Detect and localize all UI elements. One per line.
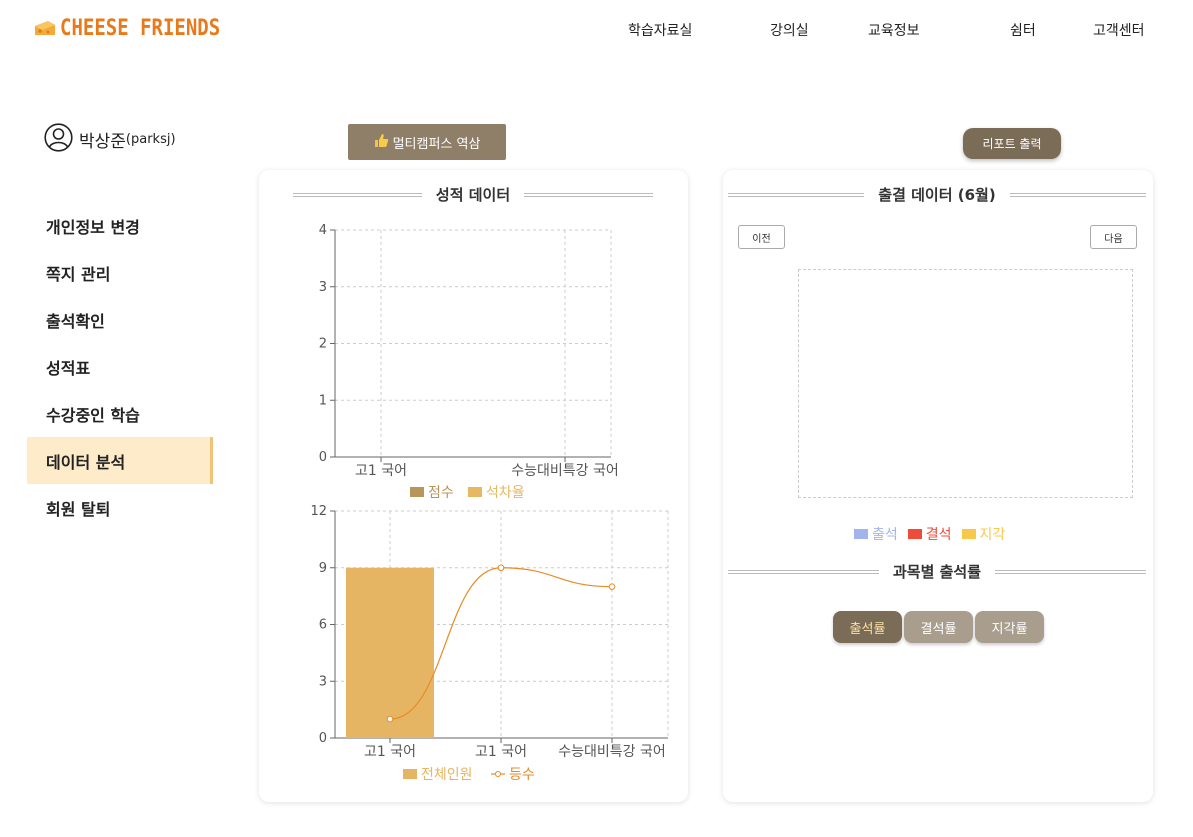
sidebar-item-6[interactable]: 회원 탈퇴 xyxy=(27,484,213,531)
sidebar: 개인정보 변경 쪽지 관리 출석확인 성적표 수강중인 학습 데이터 분석 회원 탈퇴 xyxy=(27,202,213,531)
grade-data-title: 성적 데이터 xyxy=(293,184,654,205)
legend-label: 출석 xyxy=(872,527,898,543)
sidebar-item-0[interactable]: 개인정보 변경 xyxy=(27,202,213,249)
sidebar-item-2[interactable]: 출석확인 xyxy=(27,296,213,343)
y-tick-label: 0 xyxy=(319,731,327,746)
legend-swatch xyxy=(468,487,482,497)
thumbs-up-icon xyxy=(374,133,389,152)
sidebar-item-5[interactable]: 데이터 분석 xyxy=(27,437,213,484)
sidebar-item-1[interactable]: 쪽지 관리 xyxy=(27,249,213,296)
grade-data-title-text: 성적 데이터 xyxy=(435,186,511,204)
legend-label: 지각 xyxy=(979,527,1006,543)
series-point xyxy=(386,715,394,723)
x-tick-label: 고1 국어 xyxy=(355,463,407,479)
series-point xyxy=(497,564,505,572)
x-tick-label: 수능대비특강 국어 xyxy=(558,744,666,760)
bar xyxy=(346,567,434,738)
attendance-data-title-text: 출결 데이터 (6월) xyxy=(878,186,996,204)
series-point xyxy=(608,583,616,590)
campus-button-label: 멀티캠퍼스 역삼 xyxy=(392,136,481,152)
y-tick-label: 4 xyxy=(319,223,327,238)
rate-tab-2[interactable]: 지각률 xyxy=(975,611,1044,643)
main-nav: 학습자료실 강의실 교육정보 쉼터 고객센터 xyxy=(0,20,1193,40)
nav-item-2[interactable]: 교육정보 xyxy=(868,20,920,40)
attendance-legend-item[interactable]: 지각 xyxy=(961,524,1006,544)
user-icon xyxy=(44,123,73,156)
sidebar-item-4[interactable]: 수강중인 학습 xyxy=(27,390,213,437)
legend-label: 전체인원 xyxy=(421,767,473,783)
legend-label: 점수 xyxy=(428,485,454,501)
y-tick-label: 6 xyxy=(319,618,327,633)
y-tick-label: 9 xyxy=(319,561,327,576)
legend-label: 등수 xyxy=(509,767,535,783)
legend-swatch xyxy=(495,771,501,777)
legend-swatch xyxy=(961,529,976,539)
sidebar-item-3[interactable]: 성적표 xyxy=(27,343,213,390)
score-chart: 0 1 2 3 4 고1 국어 수능대비특강 국어점수 석차율 xyxy=(319,223,619,501)
nav-item-0[interactable]: 학습자료실 xyxy=(628,20,692,40)
legend-label: 결석 xyxy=(925,527,952,543)
legend-label: 석차율 xyxy=(486,485,525,501)
rate-tab-1[interactable]: 결석률 xyxy=(904,611,973,643)
rank-chart: 0 3 6 9 12 고1 국어 고1 국어 수능대비특강 국어전체인원 등수 xyxy=(310,504,669,783)
nav-item-1[interactable]: 강의실 xyxy=(770,20,809,40)
user-info: 박상준 (parksj) xyxy=(44,123,176,156)
attendance-legend-item[interactable]: 출석 xyxy=(854,524,898,544)
subject-attendance-title-text: 과목별 출석률 xyxy=(892,563,982,581)
next-month-button[interactable]: 다음 xyxy=(1090,225,1137,249)
subject-attendance-title: 과목별 출석률 xyxy=(728,561,1146,582)
y-tick-label: 3 xyxy=(319,280,327,295)
user-name: 박상준 xyxy=(79,132,126,152)
y-tick-label: 12 xyxy=(310,504,327,519)
y-tick-label: 2 xyxy=(319,337,327,352)
attendance-data-title: 출결 데이터 (6월) xyxy=(728,184,1146,205)
header: CHEESE FRIENDS 학습자료실 강의실 교육정보 쉼터 고객센터 xyxy=(0,0,1193,60)
rate-tab-0[interactable]: 출석률 xyxy=(833,611,902,643)
campus-button[interactable]: 멀티캠퍼스 역삼 xyxy=(348,124,506,160)
rate-tabs: 출석률 결석률 지각률 xyxy=(833,611,1044,643)
y-tick-label: 3 xyxy=(319,674,327,689)
legend-swatch xyxy=(907,529,922,539)
legend-swatch xyxy=(410,487,424,497)
attendance-chart-area xyxy=(798,269,1133,498)
user-id: (parksj) xyxy=(125,132,176,147)
nav-item-3[interactable]: 쉼터 xyxy=(1010,20,1036,40)
legend-swatch xyxy=(403,769,417,779)
nav-item-4[interactable]: 고객센터 xyxy=(1093,20,1145,40)
y-tick-label: 1 xyxy=(319,393,327,408)
report-print-button[interactable]: 리포트 출력 xyxy=(963,128,1061,159)
x-tick-label: 수능대비특강 국어 xyxy=(511,463,619,479)
x-tick-label: 고1 국어 xyxy=(364,744,416,760)
attendance-legend: 출석 결석 지각 xyxy=(854,524,1005,544)
y-tick-label: 0 xyxy=(319,450,327,465)
legend-swatch xyxy=(854,529,868,539)
prev-month-button[interactable]: 이전 xyxy=(738,225,785,249)
x-tick-label: 고1 국어 xyxy=(475,744,527,760)
attendance-legend-item[interactable]: 결석 xyxy=(907,524,952,544)
